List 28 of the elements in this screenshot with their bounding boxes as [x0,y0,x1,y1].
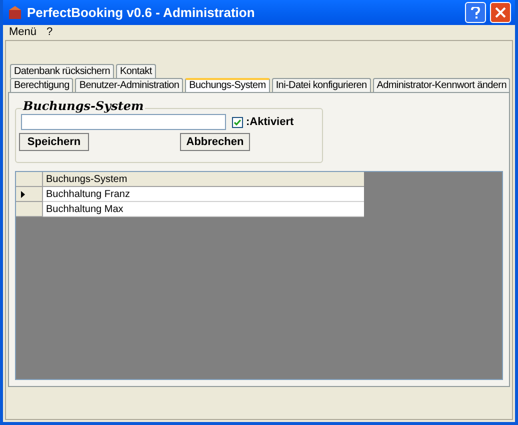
corner-header [16,172,43,187]
check-icon [234,118,241,126]
current-row-icon [21,190,25,198]
name-input[interactable] [21,114,226,130]
tab[interactable]: Buchungs-System [185,78,270,92]
menu-item[interactable]: ? [46,24,53,41]
tab[interactable]: Ini-Datei konfigurieren [272,78,371,92]
close-button[interactable] [490,2,511,23]
tab[interactable]: Administrator-Kennwort ändern [372,78,510,92]
tab[interactable]: Benutzer-Administration [75,78,184,92]
group-title: Buchungs-System [22,100,145,112]
tab[interactable]: Berechtigung [10,78,74,92]
tab[interactable]: Datenbank rücksichern [10,64,114,78]
table-cell: Buchhaltung Max [43,202,364,217]
close-icon [495,7,506,18]
table-cell: Buchhaltung Franz [43,187,364,202]
column-header[interactable]: Buchungs-System [43,172,364,187]
action-button[interactable]: Abbrechen [180,132,250,150]
activated-label: :Aktiviert [246,115,294,130]
help-button[interactable] [465,2,486,23]
action-button[interactable]: Speichern [19,132,89,150]
app-icon [7,4,23,20]
row-header[interactable] [16,187,43,202]
tab[interactable]: Kontakt [116,64,156,78]
activated-checkbox[interactable] [232,116,243,128]
window-title: PerfectBooking v0.6 - Administration [27,4,256,22]
help-icon [471,6,480,18]
menu-item[interactable]: Menü [9,24,37,41]
